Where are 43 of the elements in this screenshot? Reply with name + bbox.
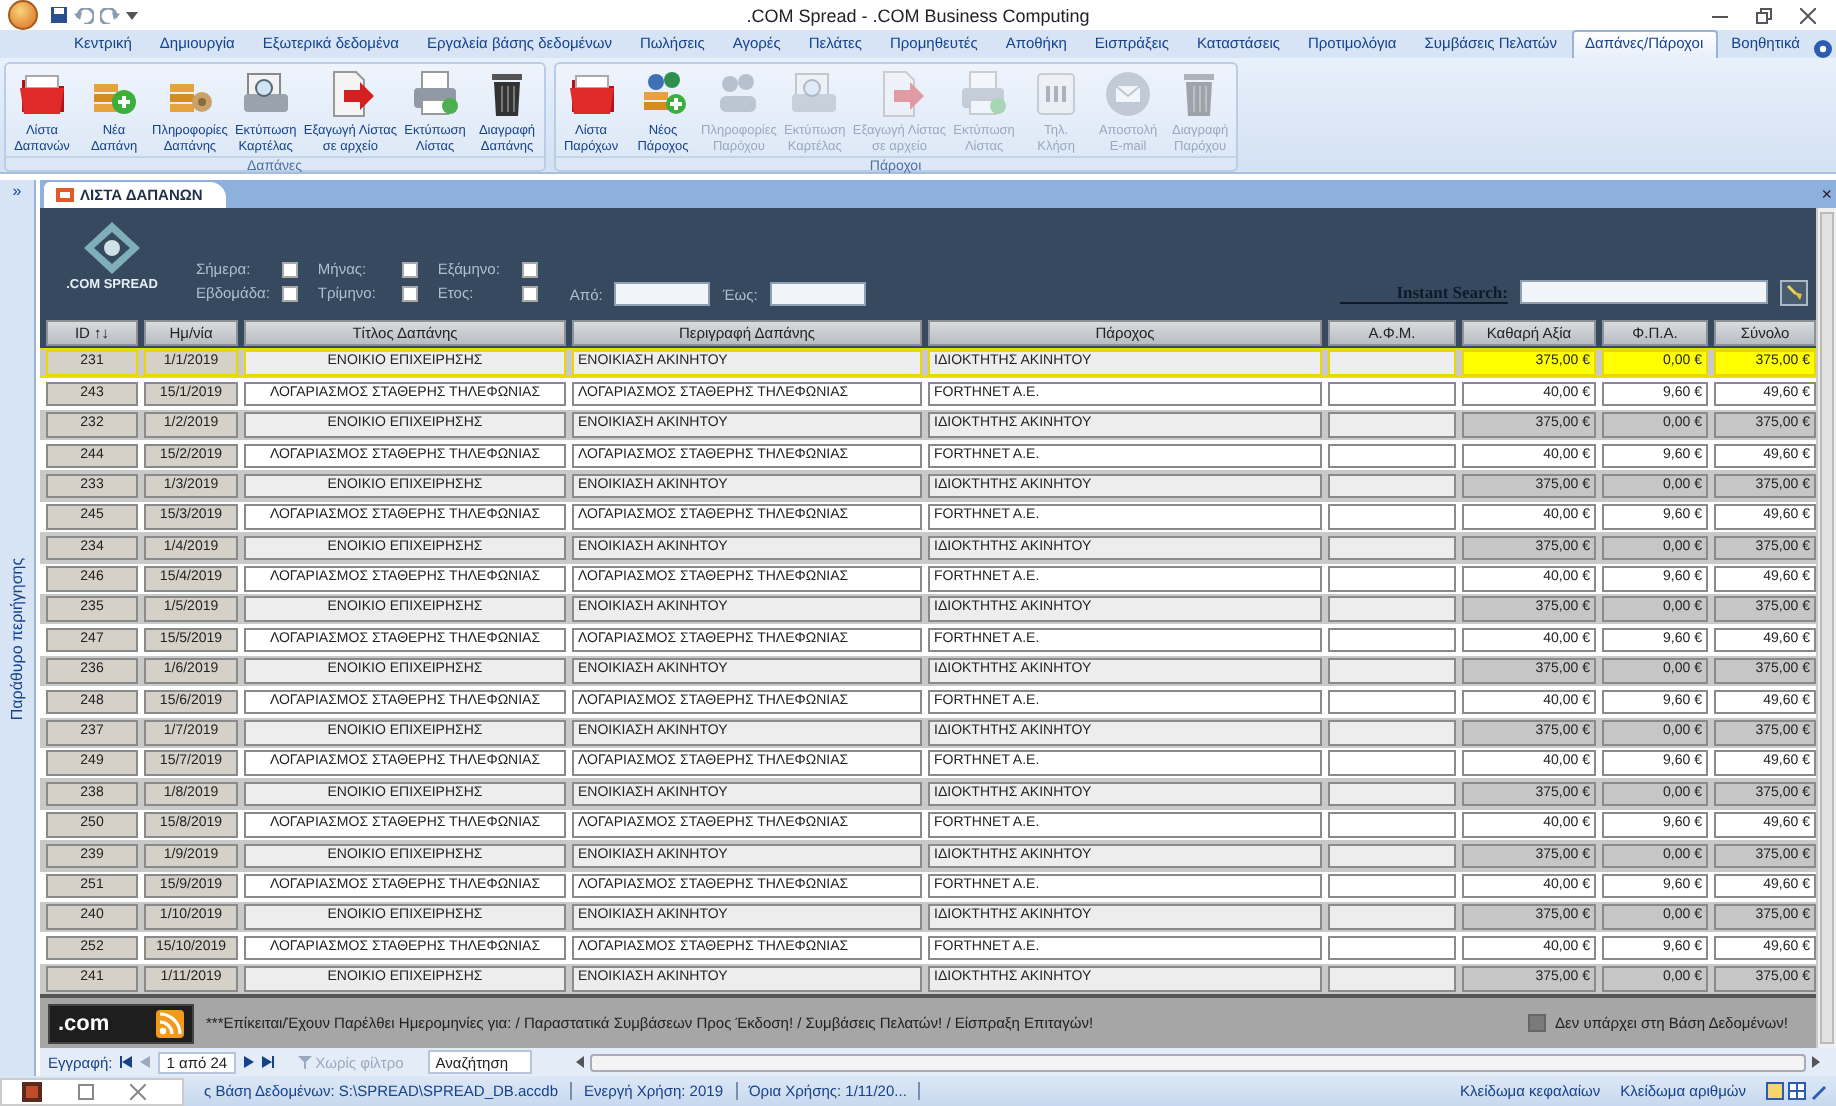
help-icon[interactable] (1813, 40, 1832, 58)
form-view-icon[interactable] (1766, 1082, 1784, 1100)
window-title: .COM Spread - .COM Business Computing (746, 5, 1090, 25)
restore-icon[interactable] (1756, 7, 1772, 23)
save-icon[interactable] (50, 6, 68, 24)
checkbox[interactable] (401, 261, 418, 278)
checkbox[interactable] (281, 285, 298, 302)
pane-label[interactable]: Παράθυρο περιήγησης (8, 557, 26, 721)
rss-icon (156, 1009, 184, 1038)
restore-icon[interactable] (78, 1084, 94, 1100)
vertical-scrollbar[interactable] (1816, 207, 1836, 1049)
search-field[interactable] (1520, 280, 1768, 305)
form-icon (56, 186, 74, 203)
scroll-right-icon[interactable] (1812, 1056, 1820, 1069)
close-icon[interactable] (1800, 7, 1816, 23)
date-field[interactable] (614, 282, 711, 307)
funnel-icon (297, 1055, 312, 1070)
logo-icon (82, 219, 142, 276)
search-button[interactable] (1780, 279, 1808, 306)
close-icon[interactable] (130, 1084, 146, 1100)
checkbox[interactable] (521, 285, 538, 302)
expand-button[interactable]: » (12, 180, 22, 202)
first-record-icon[interactable] (120, 1056, 133, 1069)
caret-icon[interactable] (126, 10, 138, 20)
checkbox[interactable] (401, 285, 418, 302)
last-record-icon[interactable] (261, 1056, 274, 1069)
minimized-window[interactable] (0, 1078, 184, 1106)
broom-icon (1786, 284, 1802, 301)
datasheet-view-icon[interactable] (1788, 1082, 1806, 1100)
checkbox[interactable] (521, 261, 538, 278)
close-button[interactable]: × (1821, 183, 1832, 204)
next-record-icon[interactable] (243, 1056, 254, 1069)
checkbox[interactable] (281, 261, 298, 278)
printer-icon (409, 68, 462, 120)
app-icon (22, 1082, 42, 1102)
date-field[interactable] (769, 282, 866, 307)
printer-icon (958, 68, 1011, 120)
scroll-left-icon[interactable] (575, 1056, 584, 1069)
design-view-icon[interactable] (1810, 1082, 1828, 1100)
mail-icon (1102, 68, 1155, 120)
horizontal-scrollbar[interactable] (589, 1053, 1806, 1072)
app-menu-button[interactable] (8, 0, 38, 30)
logo-text: .com (58, 1011, 110, 1036)
